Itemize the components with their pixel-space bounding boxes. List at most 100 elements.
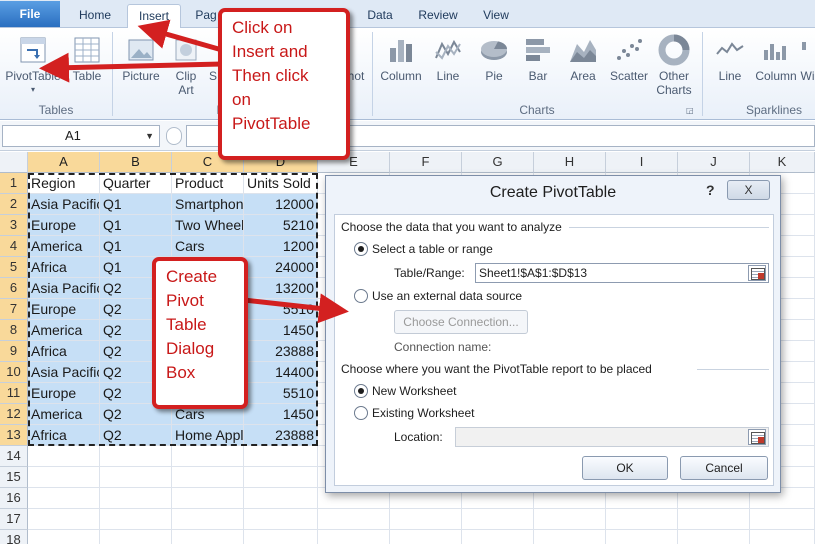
sparkline-column-button[interactable]: Column (752, 32, 800, 98)
row-header-10[interactable]: 10 (0, 362, 28, 383)
cell-a15[interactable] (28, 467, 100, 488)
cell-b16[interactable] (100, 488, 172, 509)
cell-c14[interactable] (172, 446, 244, 467)
formula-bar-divider-handle[interactable] (166, 127, 182, 145)
cell-d15[interactable] (244, 467, 318, 488)
row-header-11[interactable]: 11 (0, 383, 28, 404)
column-header-g[interactable]: G (462, 152, 534, 173)
row-header-1[interactable]: 1 (0, 173, 28, 194)
cell-i18[interactable] (606, 530, 678, 544)
cell-k17[interactable] (750, 509, 815, 530)
column-header-h[interactable]: H (534, 152, 606, 173)
select-table-label[interactable]: Select a table or range (372, 242, 493, 256)
cell-a18[interactable] (28, 530, 100, 544)
row-header-17[interactable]: 17 (0, 509, 28, 530)
table-button[interactable]: Table (68, 32, 106, 98)
line-chart-button[interactable]: Line (430, 32, 466, 98)
row-header-8[interactable]: 8 (0, 320, 28, 341)
cell-c15[interactable] (172, 467, 244, 488)
cell-j18[interactable] (678, 530, 750, 544)
help-icon[interactable]: ? (706, 182, 715, 198)
column-chart-button[interactable]: Column (376, 32, 426, 98)
select-all-corner[interactable] (0, 152, 28, 173)
close-button[interactable]: X (727, 180, 770, 200)
row-header-7[interactable]: 7 (0, 299, 28, 320)
cell-h18[interactable] (534, 530, 606, 544)
cell-h17[interactable] (534, 509, 606, 530)
column-header-b[interactable]: B (100, 152, 172, 173)
cell-i17[interactable] (606, 509, 678, 530)
row-header-16[interactable]: 16 (0, 488, 28, 509)
sparkline-winloss-button[interactable]: Wi (800, 32, 815, 98)
column-header-a[interactable]: A (28, 152, 100, 173)
tab-insert[interactable]: Insert (127, 4, 181, 29)
existing-worksheet-label[interactable]: Existing Worksheet (372, 406, 475, 420)
cell-g17[interactable] (462, 509, 534, 530)
picture-button[interactable]: Picture (118, 32, 164, 98)
sparkline-line-button[interactable]: Line (708, 32, 752, 98)
area-chart-button[interactable]: Area (564, 32, 602, 98)
cell-b15[interactable] (100, 467, 172, 488)
row-header-4[interactable]: 4 (0, 236, 28, 257)
tab-review[interactable]: Review (410, 4, 466, 28)
external-source-radio[interactable] (354, 289, 368, 303)
cell-a14[interactable] (28, 446, 100, 467)
cell-g18[interactable] (462, 530, 534, 544)
cancel-button[interactable]: Cancel (680, 456, 768, 480)
cell-e18[interactable] (318, 530, 390, 544)
bar-chart-button[interactable]: Bar (520, 32, 556, 98)
row-header-3[interactable]: 3 (0, 215, 28, 236)
row-header-18[interactable]: 18 (0, 530, 28, 544)
chevron-down-icon[interactable]: ▼ (145, 126, 154, 146)
row-header-5[interactable]: 5 (0, 257, 28, 278)
cell-a17[interactable] (28, 509, 100, 530)
existing-worksheet-radio[interactable] (354, 406, 368, 420)
cell-b18[interactable] (100, 530, 172, 544)
clipart-button[interactable]: Clip Art (168, 32, 204, 98)
column-header-i[interactable]: I (606, 152, 678, 173)
collapse-range-icon[interactable] (748, 265, 766, 281)
table-range-input[interactable]: Sheet1!$A$1:$D$13 (475, 263, 769, 283)
cell-k18[interactable] (750, 530, 815, 544)
tab-home[interactable]: Home (66, 4, 124, 28)
cell-c16[interactable] (172, 488, 244, 509)
cell-c18[interactable] (172, 530, 244, 544)
pivottable-button[interactable]: PivotTable ▾ (2, 32, 64, 98)
cell-c17[interactable] (172, 509, 244, 530)
row-header-15[interactable]: 15 (0, 467, 28, 488)
cell-j17[interactable] (678, 509, 750, 530)
ok-button[interactable]: OK (582, 456, 668, 480)
cell-a16[interactable] (28, 488, 100, 509)
cell-b17[interactable] (100, 509, 172, 530)
column-header-k[interactable]: K (750, 152, 815, 173)
external-source-label[interactable]: Use an external data source (372, 289, 522, 303)
cell-d17[interactable] (244, 509, 318, 530)
tab-file[interactable]: File (0, 1, 60, 27)
row-header-12[interactable]: 12 (0, 404, 28, 425)
row-header-13[interactable]: 13 (0, 425, 28, 446)
choose-connection-button[interactable]: Choose Connection... (394, 310, 528, 334)
row-header-2[interactable]: 2 (0, 194, 28, 215)
name-box[interactable]: A1 ▼ (2, 125, 160, 147)
row-header-6[interactable]: 6 (0, 278, 28, 299)
new-worksheet-label[interactable]: New Worksheet (372, 384, 456, 398)
select-table-radio[interactable] (354, 242, 368, 256)
collapse-location-icon[interactable] (748, 429, 766, 445)
row-header-9[interactable]: 9 (0, 341, 28, 362)
cell-d16[interactable] (244, 488, 318, 509)
pie-chart-button[interactable]: Pie (476, 32, 512, 98)
cell-f17[interactable] (390, 509, 462, 530)
scatter-chart-button[interactable]: Scatter (606, 32, 652, 98)
new-worksheet-radio[interactable] (354, 384, 368, 398)
location-input[interactable] (455, 427, 769, 447)
tab-view[interactable]: View (474, 4, 518, 28)
cell-f18[interactable] (390, 530, 462, 544)
row-header-14[interactable]: 14 (0, 446, 28, 467)
cell-d14[interactable] (244, 446, 318, 467)
column-header-f[interactable]: F (390, 152, 462, 173)
column-header-j[interactable]: J (678, 152, 750, 173)
cell-e17[interactable] (318, 509, 390, 530)
tab-data[interactable]: Data (360, 4, 400, 28)
cell-d18[interactable] (244, 530, 318, 544)
other-charts-button[interactable]: Other Charts (654, 32, 694, 98)
